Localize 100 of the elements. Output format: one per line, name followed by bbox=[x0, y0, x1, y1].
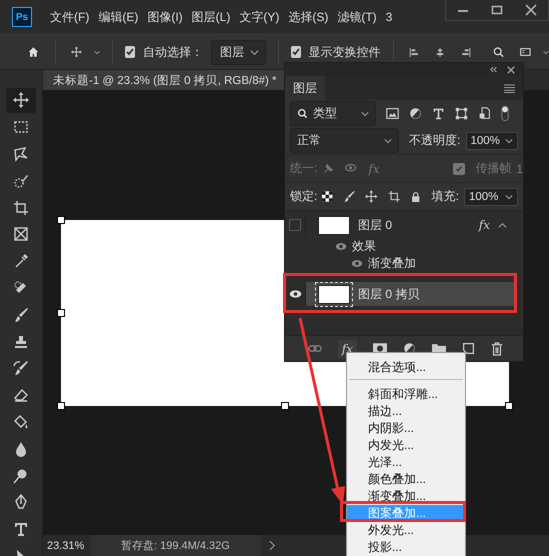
caret-icon bbox=[384, 136, 392, 144]
menu-item[interactable]: 图像(I) bbox=[147, 8, 183, 26]
document-tab[interactable]: 未标题-1 @ 23.3% (图层 0 拷贝, RGB/8#) * bbox=[43, 70, 287, 90]
move-icon[interactable] bbox=[71, 44, 82, 60]
checkbox[interactable] bbox=[290, 46, 301, 58]
caret-icon bbox=[361, 110, 369, 118]
fx-icon[interactable]: fx bbox=[478, 218, 490, 232]
half-circle-icon[interactable] bbox=[409, 107, 422, 120]
app-logo: Ps bbox=[12, 7, 32, 27]
checkmark-icon bbox=[455, 164, 464, 172]
menu-item[interactable]: 滤镜(T) bbox=[337, 8, 377, 26]
lock-icon[interactable] bbox=[410, 190, 422, 202]
brush-icon[interactable] bbox=[342, 190, 356, 203]
eraser-icon bbox=[13, 387, 29, 404]
bandage-icon bbox=[13, 280, 29, 296]
drop-icon bbox=[13, 440, 29, 457]
menu-item[interactable]: 渐变叠加... bbox=[347, 488, 465, 505]
opacity-label: 不透明度: bbox=[409, 132, 460, 149]
checker-icon[interactable] bbox=[322, 191, 333, 202]
menu-item[interactable]: 描边... bbox=[347, 403, 465, 420]
target-dropdown[interactable]: 图层 bbox=[210, 40, 266, 64]
move-icon bbox=[13, 92, 29, 108]
search-icon bbox=[297, 108, 308, 119]
toggle-icon[interactable] bbox=[501, 105, 509, 122]
effects-label: 效果 bbox=[352, 238, 376, 255]
unify-label: 统一: bbox=[290, 160, 318, 177]
collapse-icon[interactable] bbox=[490, 66, 498, 73]
menu-item[interactable]: 文字(Y) bbox=[239, 8, 280, 26]
link-icon[interactable] bbox=[308, 344, 322, 353]
marquee-icon bbox=[13, 119, 29, 136]
pin-icon[interactable] bbox=[322, 162, 336, 175]
fill-label: 填充: bbox=[432, 188, 459, 205]
menu-item[interactable]: 3 bbox=[386, 10, 392, 24]
quick-select-icon bbox=[13, 172, 29, 189]
transform-handle[interactable] bbox=[57, 216, 65, 224]
brush-icon bbox=[13, 306, 29, 323]
checkbox-label: 自动选择： bbox=[142, 44, 203, 60]
transform-handle[interactable] bbox=[505, 402, 513, 410]
menu-item[interactable]: 选择(S) bbox=[288, 8, 328, 26]
close-icon[interactable] bbox=[507, 66, 515, 74]
pen-icon bbox=[13, 494, 29, 510]
menu-icon[interactable] bbox=[504, 84, 515, 92]
layer-thumbnail bbox=[318, 216, 350, 234]
panel-tab[interactable]: 图层 bbox=[285, 76, 325, 100]
caret-icon bbox=[505, 136, 513, 144]
chevron-icon[interactable] bbox=[269, 540, 276, 551]
history-brush-icon bbox=[13, 360, 29, 376]
transform-handle[interactable] bbox=[57, 402, 65, 410]
menu-item[interactable]: 光泽... bbox=[347, 454, 465, 471]
checkmark-icon bbox=[290, 47, 301, 57]
layer-row[interactable]: 图层 0 fx bbox=[306, 213, 515, 237]
image-icon[interactable] bbox=[386, 107, 399, 120]
new-layer-icon[interactable] bbox=[462, 342, 475, 355]
menu-item[interactable]: 斜面和浮雕... bbox=[347, 386, 465, 403]
layer-name: 图层 0 bbox=[358, 216, 392, 234]
menu-item[interactable]: 编辑(E) bbox=[98, 8, 138, 26]
filter-dropdown[interactable]: 类型 bbox=[290, 101, 376, 126]
menu-item[interactable]: 文件(F) bbox=[50, 8, 90, 26]
caret-icon bbox=[250, 48, 259, 56]
transform-handle[interactable] bbox=[281, 402, 289, 410]
transform-handle[interactable] bbox=[57, 309, 65, 317]
transform-box-icon[interactable] bbox=[455, 107, 468, 120]
checkbox[interactable] bbox=[124, 46, 135, 58]
crop-icon[interactable] bbox=[388, 190, 400, 203]
frame-count: 1 bbox=[516, 162, 523, 176]
scratch-disk-info[interactable]: 暂存盘: 199.4M/4.32G bbox=[91, 535, 261, 556]
eyedropper-icon bbox=[13, 253, 29, 270]
propagate-label: 传播帧 bbox=[475, 160, 512, 177]
menu-item[interactable]: 投影... bbox=[347, 539, 465, 556]
effect-name[interactable]: 渐变叠加 bbox=[368, 255, 416, 272]
type-icon bbox=[13, 521, 29, 538]
document-icon[interactable] bbox=[478, 107, 491, 120]
crop-icon bbox=[13, 200, 29, 216]
move-icon[interactable] bbox=[365, 190, 378, 203]
menu-item[interactable]: 颜色叠加... bbox=[347, 471, 465, 488]
checkbox-label: 显示变换控件 bbox=[308, 44, 381, 60]
collapse-caret-icon[interactable] bbox=[498, 222, 507, 228]
stamp-icon bbox=[13, 334, 29, 350]
frame-icon bbox=[13, 226, 29, 242]
fill-field[interactable]: 100% bbox=[464, 188, 518, 206]
trash-icon[interactable] bbox=[491, 342, 503, 356]
checkbox[interactable] bbox=[453, 162, 466, 174]
opacity-field[interactable]: 100% bbox=[466, 132, 518, 150]
layer-row[interactable]: 图层 0 拷贝 bbox=[306, 282, 515, 306]
visibility-checkbox[interactable] bbox=[289, 219, 301, 231]
caret-icon bbox=[505, 192, 513, 200]
menu-item[interactable]: 外发光... bbox=[347, 522, 465, 539]
menu-item[interactable]: 图层(L) bbox=[192, 8, 230, 26]
menu-item[interactable]: 混合选项... bbox=[347, 359, 465, 376]
dodge-icon bbox=[13, 468, 29, 484]
blend-mode-dropdown[interactable]: 正常 bbox=[290, 128, 400, 153]
type-icon[interactable] bbox=[432, 107, 445, 120]
lock-label: 锁定: bbox=[290, 188, 318, 205]
lasso-icon bbox=[13, 146, 29, 162]
eye-icon[interactable] bbox=[288, 289, 302, 299]
tool-button[interactable] bbox=[6, 88, 36, 113]
menu-item[interactable]: 内发光... bbox=[347, 437, 465, 454]
menu-item[interactable]: 内阴影... bbox=[347, 420, 465, 437]
bucket-icon bbox=[13, 414, 29, 430]
layer-name: 图层 0 拷贝 bbox=[358, 286, 420, 302]
